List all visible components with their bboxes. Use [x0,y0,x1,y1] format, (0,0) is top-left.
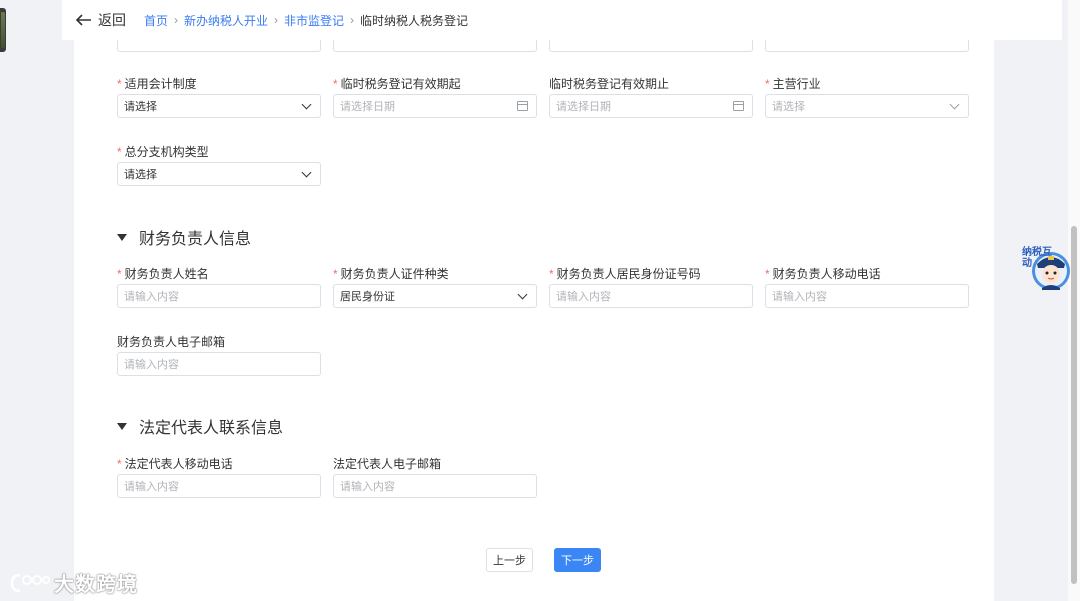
breadcrumb-separator: › [174,13,179,27]
required-mark: * [117,145,122,159]
required-mark: * [765,77,770,91]
main-industry-label: * 主营行业 [765,77,821,91]
required-mark: * [117,77,122,91]
calendar-icon [733,101,744,111]
required-mark: * [333,267,338,281]
temp-reg-end-label: 临时税务登记有效期止 [549,77,670,91]
finance-id-type-select[interactable]: 居民身份证 [333,284,537,308]
next-step-button[interactable]: 下一步 [554,548,601,572]
legal-email-label: 法定代表人电子邮箱 [333,457,442,471]
branch-type-select[interactable]: 请选择 [117,162,321,186]
breadcrumb-separator: › [274,13,279,27]
branch-type-label: * 总分支机构类型 [117,145,209,159]
top-bar: 返回 首页 › 新办纳税人开业 › 非市监登记 › 临时纳税人税务登记 [62,0,1062,40]
assistant-label[interactable]: 纳税互动 [1022,247,1052,269]
left-gutter [0,0,74,601]
prev-step-button[interactable]: 上一步 [486,548,533,572]
app-thumbnail[interactable] [0,8,6,52]
legal-mobile-input[interactable]: 请输入内容 [117,474,321,498]
finance-name-input[interactable]: 请输入内容 [117,284,321,308]
finance-id-number-input[interactable]: 请输入内容 [549,284,753,308]
watermark: 大数跨境 [10,568,138,597]
breadcrumb: 首页 › 新办纳税人开业 › 非市监登记 › 临时纳税人税务登记 [144,12,468,29]
chevron-down-icon [949,99,960,109]
scrollbar[interactable] [1068,0,1080,601]
breadcrumb-current: 临时纳税人税务登记 [360,13,469,28]
finance-mobile-input[interactable]: 请输入内容 [765,284,969,308]
finance-mobile-label: * 财务负责人移动电话 [765,267,881,281]
chevron-down-icon [301,99,312,109]
chevron-down-icon [517,289,528,299]
collapse-triangle-icon [117,422,127,430]
chevron-down-icon [301,167,312,177]
finance-section-title[interactable]: 财务负责人信息 [117,225,251,249]
required-mark: * [117,457,122,471]
accounting-system-select[interactable]: 请选择 [117,94,321,118]
legal-mobile-label: * 法定代表人移动电话 [117,457,233,471]
temp-reg-start-label: * 临时税务登记有效期起 [333,77,461,91]
finance-id-type-label: * 财务负责人证件种类 [333,267,449,281]
arrow-left-icon [76,14,91,26]
main-industry-select[interactable]: 请选择 [765,94,969,118]
breadcrumb-new-taxpayer[interactable]: 新办纳税人开业 [184,12,268,29]
finance-name-label: * 财务负责人姓名 [117,267,209,281]
breadcrumb-non-market[interactable]: 非市监登记 [284,12,344,29]
temp-reg-start-date[interactable]: 请选择日期 [333,94,537,118]
watermark-logo-icon [10,573,50,592]
back-label: 返回 [98,12,126,28]
collapse-triangle-icon [117,233,127,241]
breadcrumb-separator: › [350,13,355,27]
required-mark: * [117,267,122,281]
legal-section-title[interactable]: 法定代表人联系信息 [117,414,283,438]
finance-email-label: 财务负责人电子邮箱 [117,335,226,349]
back-button[interactable]: 返回 [76,10,126,30]
legal-email-input[interactable]: 请输入内容 [333,474,537,498]
calendar-icon [517,101,528,111]
required-mark: * [549,267,554,281]
required-mark: * [765,267,770,281]
accounting-system-label: * 适用会计制度 [117,77,197,91]
required-mark: * [333,77,338,91]
finance-email-input[interactable]: 请输入内容 [117,352,321,376]
temp-reg-end-date[interactable]: 请选择日期 [549,94,753,118]
breadcrumb-home[interactable]: 首页 [144,12,168,29]
finance-id-number-label: * 财务负责人居民身份证号码 [549,267,701,281]
